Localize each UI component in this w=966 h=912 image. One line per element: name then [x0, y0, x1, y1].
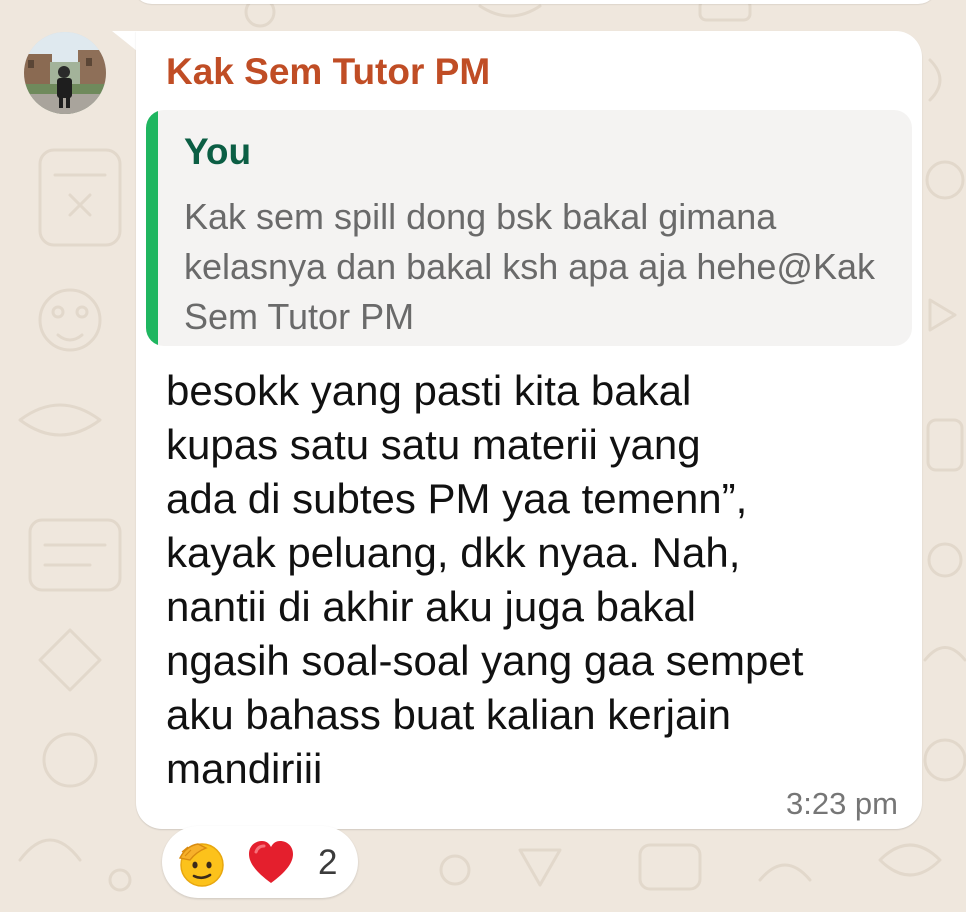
message-line: kayak peluang, dkk nyaa. Nah,	[166, 529, 741, 576]
sender-avatar[interactable]	[24, 32, 106, 114]
quote-accent-bar	[146, 110, 158, 346]
quoted-reply[interactable]: You Kak sem spill dong bsk bakal gimana …	[146, 110, 912, 346]
message-line: ngasih soal-soal yang gaa sempet	[166, 637, 804, 684]
message-line: aku bahass buat kalian kerjain	[166, 691, 732, 738]
message-line: besokk yang pasti kita bakal	[166, 367, 692, 414]
message-bubble[interactable]: Kak Sem Tutor PM You Kak sem spill dong …	[136, 31, 922, 829]
message-line: nantii di akhir aku juga bakal	[166, 583, 697, 630]
message-line: kupas satu satu materii yang	[166, 421, 701, 468]
quoted-text: Kak sem spill dong bsk bakal gimana kela…	[184, 196, 876, 337]
saluting-face-icon	[176, 838, 226, 888]
red-heart-icon	[246, 838, 296, 888]
previous-message-bubble	[132, 0, 938, 4]
reaction-count: 2	[318, 843, 338, 882]
message-timestamp: 3:23 pm	[785, 786, 898, 821]
sender-name[interactable]: Kak Sem Tutor PM	[166, 51, 490, 93]
reactions-pill[interactable]: 2	[162, 826, 358, 898]
quoted-author: You	[184, 131, 252, 172]
message-text: besokk yang pasti kita bakal kupas satu …	[166, 364, 906, 796]
message-line: ada di subtes PM yaa temenn”,	[166, 475, 748, 522]
